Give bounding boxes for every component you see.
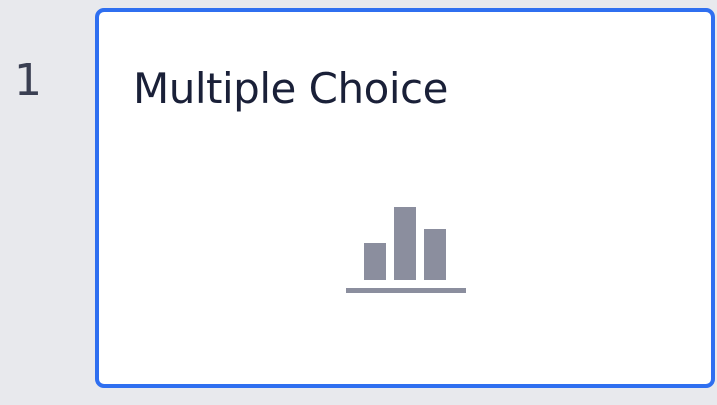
bar-chart-icon <box>346 207 466 293</box>
bar-chart-icon-baseline <box>346 288 466 293</box>
bar-chart-icon-bar-middle <box>394 207 416 280</box>
slide-thumbnail[interactable]: Multiple Choice <box>95 8 715 388</box>
bar-chart-icon-bar-right <box>424 229 446 280</box>
slide-title: Multiple Choice <box>133 64 448 113</box>
slide-number: 1 <box>14 55 42 106</box>
bar-chart-icon-bar-left <box>364 243 386 280</box>
